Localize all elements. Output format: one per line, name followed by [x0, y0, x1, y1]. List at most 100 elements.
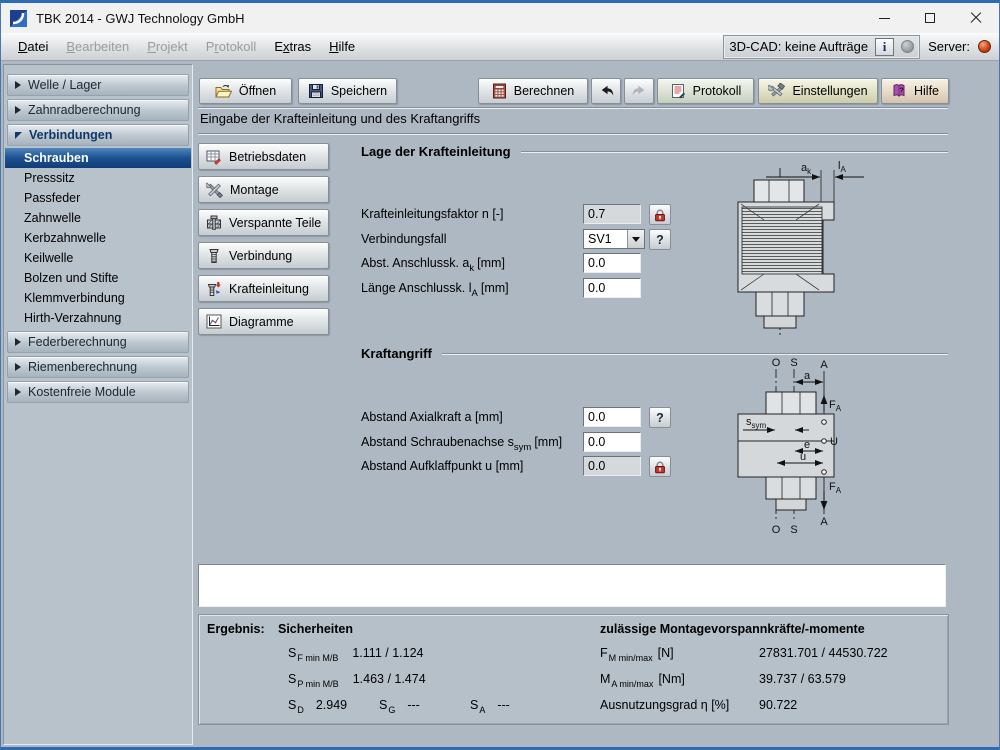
- sidebar-item-zahnwelle[interactable]: Zahnwelle: [4, 208, 192, 228]
- cad-status-box: 3D-CAD: keine Aufträge i: [723, 35, 920, 59]
- verbindung-button[interactable]: Verbindung: [198, 242, 329, 269]
- maximize-icon: [925, 13, 935, 23]
- cad-info-button[interactable]: i: [875, 38, 894, 56]
- field-row-abstand-axialkraft: Abstand Axialkraft a [mm] ?: [361, 407, 691, 428]
- dropdown-button[interactable]: [627, 230, 644, 248]
- separator: [198, 133, 948, 135]
- sidebar-group-federberechnung[interactable]: Federberechnung: [7, 331, 189, 353]
- tools-icon: [768, 83, 785, 99]
- sidebar-group-items: Schrauben Presssitz Passfeder Zahnwelle …: [4, 148, 192, 328]
- floppy-disk-icon: [308, 83, 324, 99]
- svg-text:O: O: [772, 524, 781, 536]
- montage-title: zulässige Montagevorspannkräfte/-momente: [600, 622, 865, 636]
- sidebar-item-passfeder[interactable]: Passfeder: [4, 188, 192, 208]
- bolt-diagram-force-application: O S A a FA ssym U e: [691, 354, 971, 536]
- abstand-aufklaffpunkt-input: [583, 456, 641, 476]
- calculate-button[interactable]: Berechnen: [478, 78, 588, 104]
- help-question-button[interactable]: ?: [649, 407, 671, 428]
- krafteinleitung-button[interactable]: Krafteinleitung: [198, 275, 329, 302]
- menu-datei[interactable]: Datei: [9, 39, 57, 54]
- protocol-document-icon: [670, 83, 686, 99]
- bolt-diagram-load-introduction: ak lA: [706, 150, 956, 340]
- lock-button[interactable]: [649, 456, 671, 477]
- maximize-button[interactable]: [907, 3, 953, 33]
- cad-status-text: 3D-CAD: keine Aufträge: [729, 39, 868, 54]
- menubar: Datei Bearbeiten Projekt Protokoll Extra…: [1, 33, 999, 61]
- result-sp: SP min M/B1.463 / 1.474: [288, 672, 426, 686]
- menu-extras[interactable]: Extras: [265, 39, 320, 54]
- help-book-icon: ?: [891, 83, 907, 99]
- lock-icon: [653, 460, 667, 474]
- field-row-abstand-schraubenachse: Abstand Schraubenachse ssym[mm]: [361, 432, 691, 453]
- chevron-right-icon: [15, 388, 21, 396]
- svg-text:S: S: [790, 357, 797, 369]
- svg-text:a: a: [804, 370, 811, 382]
- svg-text:lA: lA: [838, 160, 846, 174]
- field-row-krafteinleitungsfaktor: Krafteinleitungsfaktor n [-]: [361, 204, 691, 225]
- result-sa: SA---: [470, 698, 510, 712]
- server-label: Server:: [928, 39, 970, 54]
- app-window: TBK 2014 - GWJ Technology GmbH Datei Bea…: [0, 0, 1000, 750]
- montage-button[interactable]: Montage: [198, 176, 329, 203]
- sidebar-item-kerbzahnwelle[interactable]: Kerbzahnwelle: [4, 228, 192, 248]
- result-ma: MA min/max[Nm] 39.737 / 63.579: [600, 672, 950, 686]
- operating-data-icon: [206, 149, 222, 165]
- chevron-down-icon: [15, 132, 22, 139]
- close-button[interactable]: [953, 3, 999, 33]
- cad-status-led: [901, 40, 914, 53]
- menu-bearbeiten: Bearbeiten: [57, 39, 138, 54]
- sidebar-group-kostenfreie-module[interactable]: Kostenfreie Module: [7, 381, 189, 403]
- chart-icon: [206, 314, 222, 329]
- chevron-right-icon: [15, 363, 21, 371]
- sidebar-item-keilwelle[interactable]: Keilwelle: [4, 248, 192, 268]
- screw-icon: [206, 248, 222, 264]
- save-button[interactable]: Speichern: [298, 78, 397, 104]
- window-controls: [861, 3, 999, 33]
- sidebar: Welle / Lager Zahnradberechnung Verbindu…: [3, 64, 193, 745]
- lock-button[interactable]: [649, 204, 671, 225]
- undo-icon: [598, 84, 615, 98]
- sidebar-group-riemenberechnung[interactable]: Riemenberechnung: [7, 356, 189, 378]
- abstand-axialkraft-input[interactable]: [583, 407, 641, 427]
- menu-hilfe[interactable]: Hilfe: [320, 39, 364, 54]
- result-sf: SF min M/B1.111 / 1.124: [288, 646, 423, 660]
- titlebar: TBK 2014 - GWJ Technology GmbH: [1, 3, 999, 33]
- help-question-button[interactable]: ?: [649, 229, 671, 250]
- svg-text:A: A: [820, 516, 828, 528]
- app-logo-icon: [10, 10, 27, 27]
- server-status-led: [978, 40, 991, 53]
- chevron-right-icon: [15, 106, 21, 114]
- laenge-anschlussk-input[interactable]: [583, 278, 641, 298]
- open-button[interactable]: Öffnen: [199, 78, 292, 104]
- help-button[interactable]: ? Hilfe: [881, 78, 949, 104]
- field-row-laenge-anschlussk: Länge Anschlussk. lA[mm]: [361, 278, 691, 299]
- protocol-button[interactable]: Protokoll: [657, 78, 754, 104]
- abstand-anschlussk-input[interactable]: [583, 253, 641, 273]
- minimize-button[interactable]: [861, 3, 907, 33]
- undo-button[interactable]: [591, 78, 621, 104]
- sidebar-item-bolzen-und-stifte[interactable]: Bolzen und Stifte: [4, 268, 192, 288]
- sidebar-group-verbindungen[interactable]: Verbindungen: [7, 124, 189, 146]
- sidebar-item-presssitz[interactable]: Presssitz: [4, 168, 192, 188]
- result-sd: SD2.949: [288, 698, 347, 712]
- sidebar-item-klemmverbindung[interactable]: Klemmverbindung: [4, 288, 192, 308]
- result-fm: FM min/max[N] 27831.701 / 44530.722: [600, 646, 950, 660]
- sidebar-group-zahnradberechnung[interactable]: Zahnradberechnung: [7, 99, 189, 121]
- menu-protokoll: Protokoll: [197, 39, 266, 54]
- sidebar-group-welle-lager[interactable]: Welle / Lager: [7, 74, 189, 96]
- sidebar-item-hirth-verzahnung[interactable]: Hirth-Verzahnung: [4, 308, 192, 328]
- verbindungsfall-select[interactable]: SV1: [583, 229, 645, 249]
- results-panel: Ergebnis: Sicherheiten SF min M/B1.111 /…: [198, 614, 949, 725]
- sidebar-item-schrauben[interactable]: Schrauben: [5, 148, 191, 168]
- svg-text:u: u: [800, 451, 806, 463]
- settings-button[interactable]: Einstellungen: [758, 78, 878, 104]
- verspannte-teile-button[interactable]: Verspannte Teile: [198, 209, 329, 236]
- assembly-tools-icon: [206, 182, 223, 198]
- minimize-icon: [879, 18, 890, 19]
- redo-icon: [631, 84, 648, 98]
- abstand-schraubenachse-input[interactable]: [583, 432, 641, 452]
- result-sg: SG---: [379, 698, 420, 712]
- diagramme-button[interactable]: Diagramme: [198, 308, 329, 335]
- betriebsdaten-button[interactable]: Betriebsdaten: [198, 143, 329, 170]
- content-area: Öffnen Speichern: [194, 62, 999, 747]
